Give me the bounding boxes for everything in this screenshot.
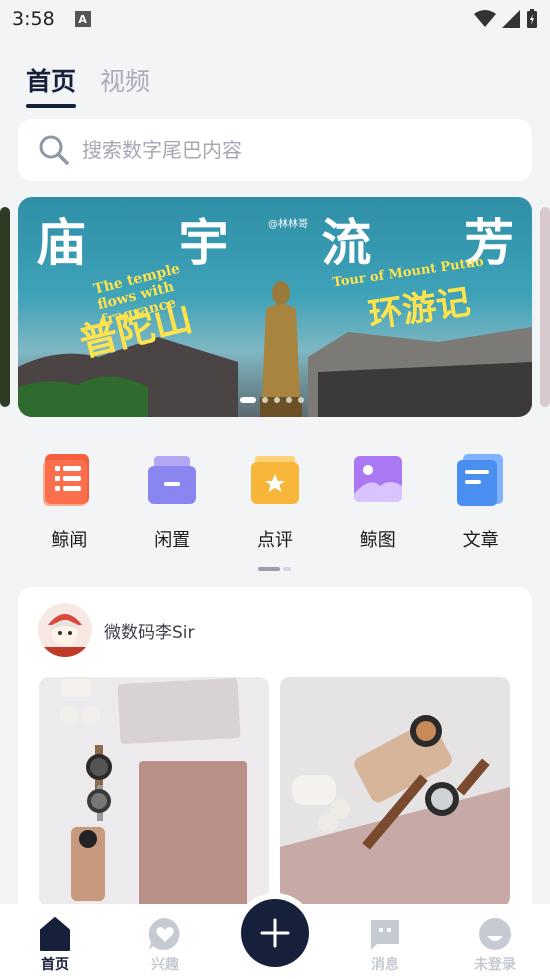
product-photo-illustration — [280, 677, 510, 907]
message-icon — [371, 920, 399, 950]
banner-carousel[interactable]: 庙 宇 流 芳 @林林哥 The temple flows with fragr… — [0, 197, 550, 419]
search-icon — [39, 135, 69, 165]
pagination-dot[interactable] — [286, 397, 292, 403]
banner-watermark: @林林哥 — [268, 219, 308, 230]
accessibility-a-icon: A — [74, 11, 91, 27]
nav-home[interactable]: 首页 — [15, 916, 95, 974]
profile-icon — [479, 918, 511, 950]
banner-next-peek[interactable] — [540, 207, 550, 407]
heart-chat-icon — [148, 917, 180, 950]
avatar[interactable] — [38, 603, 92, 657]
quick-link-pictures[interactable]: 鲸图 — [326, 452, 429, 552]
nav-messages[interactable]: 消息 — [345, 916, 425, 974]
post-image[interactable] — [39, 677, 269, 907]
signal-icon — [502, 10, 520, 28]
nav-label: 消息 — [371, 957, 399, 973]
article-icon — [456, 454, 503, 506]
status-bar: 3:58 A — [0, 0, 550, 38]
banner-prev-peek[interactable] — [0, 207, 10, 407]
tab-video[interactable]: 视频 — [100, 62, 150, 108]
quick-link-label: 鲸闻 — [51, 530, 88, 551]
quick-link-articles[interactable]: 文章 — [429, 452, 532, 552]
banner-slide[interactable]: 庙 宇 流 芳 @林林哥 The temple flows with fragr… — [18, 197, 532, 417]
quick-link-secondhand[interactable]: 闲置 — [121, 452, 224, 552]
image-icon — [353, 456, 402, 502]
wifi-icon — [474, 10, 496, 27]
quick-link-label: 闲置 — [154, 530, 191, 551]
quick-link-label: 文章 — [462, 530, 499, 551]
product-photo-illustration — [39, 677, 269, 907]
quick-link-label: 点评 — [256, 530, 293, 551]
banner-pagination — [240, 397, 304, 403]
post-author[interactable]: 微数码李Sir — [38, 603, 195, 657]
quick-link-label: 鲸图 — [359, 530, 396, 551]
nav-label: 未登录 — [474, 957, 516, 973]
battery-icon — [527, 9, 537, 28]
banner-title-char: 流 — [321, 213, 372, 272]
quick-links-scroll-indicator — [258, 567, 291, 571]
pagination-dot[interactable] — [274, 397, 280, 403]
status-right-icons — [474, 9, 538, 29]
quick-link-news[interactable]: 鲸闻 — [18, 452, 121, 552]
post-card[interactable]: 微数码李Sir — [18, 587, 532, 927]
nav-interests[interactable]: 兴趣 — [125, 916, 205, 974]
search-bar[interactable] — [18, 119, 532, 181]
create-post-button[interactable] — [241, 899, 309, 967]
nav-label: 首页 — [41, 957, 69, 973]
banner-title-char: 庙 — [36, 213, 86, 272]
nav-profile[interactable]: 未登录 — [455, 916, 535, 974]
pagination-dot[interactable] — [298, 397, 304, 403]
home-icon — [40, 917, 70, 951]
pagination-dot[interactable] — [240, 397, 256, 403]
pagination-dot[interactable] — [262, 397, 268, 403]
box-icon — [148, 456, 197, 504]
post-image[interactable] — [280, 677, 510, 907]
status-time: 3:58 — [12, 8, 55, 30]
nav-label: 兴趣 — [151, 957, 179, 973]
tab-home[interactable]: 首页 — [26, 62, 77, 108]
news-icon — [43, 454, 90, 506]
quick-links: 鲸闻 闲置 点评 鲸图 文章 — [18, 452, 532, 552]
post-author-name: 微数码李Sir — [104, 622, 195, 643]
top-tabs: 首页 视频 — [26, 62, 150, 108]
search-input[interactable] — [82, 138, 482, 162]
quick-link-review[interactable]: 点评 — [224, 452, 327, 552]
plus-icon — [260, 918, 290, 948]
review-icon — [250, 456, 299, 504]
